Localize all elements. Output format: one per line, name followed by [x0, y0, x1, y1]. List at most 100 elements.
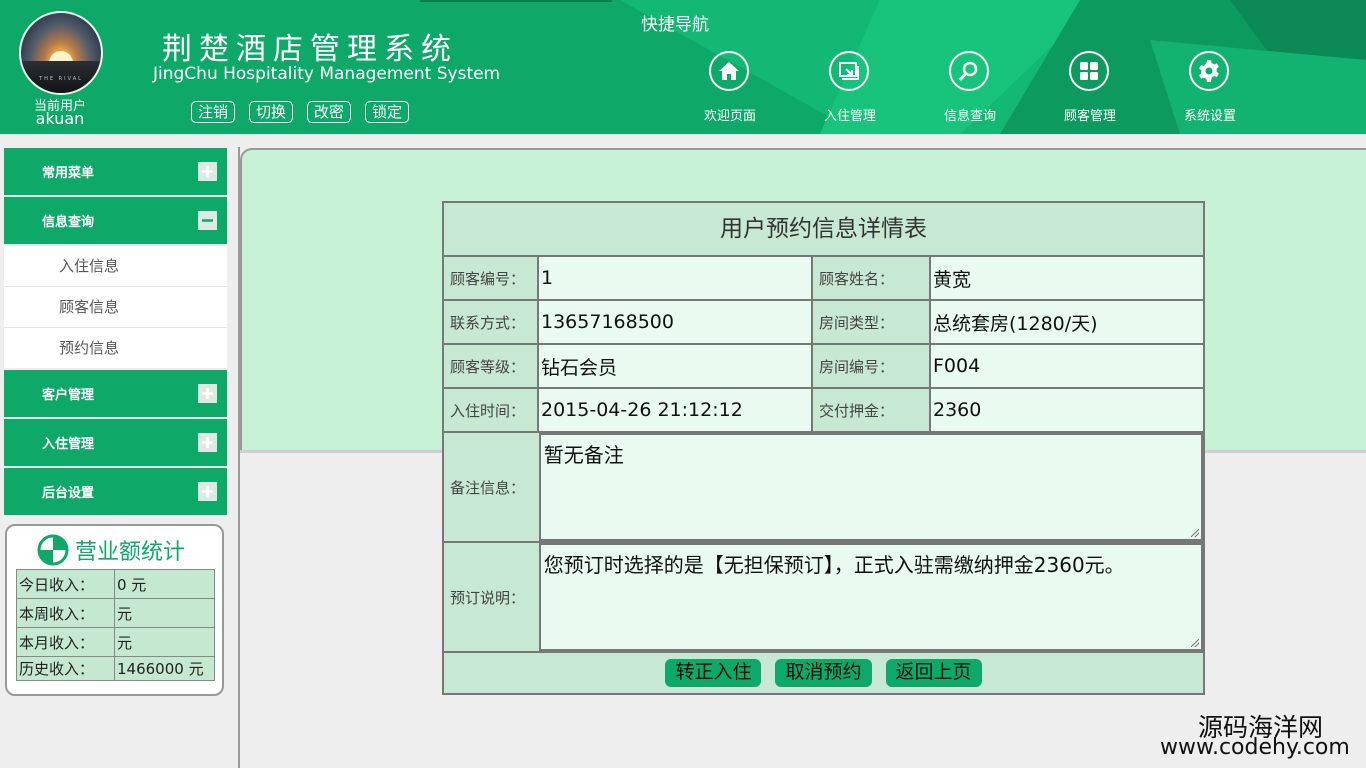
app-header: THE RIVAL 当前用户 akuan 荆楚酒店管理系统 JingChu Ho…: [0, 0, 1366, 134]
table-row: 联系方式： 13657168500 房间类型： 总统套房(1280/天): [444, 301, 1203, 345]
nav-query[interactable]: 信息查询: [932, 51, 1052, 124]
revenue-stats-panel: 营业额统计 今日收入： 0 元 本周收入： 元 本月收入： 元 历史收入： 14…: [5, 524, 224, 696]
system-subtitle: JingChu Hospitality Management System: [153, 64, 501, 84]
user-actions: 注销 切换 改密 锁定: [191, 101, 410, 123]
avatar-tag: THE RIVAL: [39, 76, 83, 82]
pie-chart-icon: [37, 534, 69, 566]
action-bar: 转正入住 取消预约 返回上页: [444, 653, 1203, 693]
nav-label: 欢迎页面: [703, 109, 756, 124]
table-row: 预订说明： 您预订时选择的是【无担保预订】，正式入驻需缴纳押金2360元。: [444, 543, 1203, 653]
minus-icon[interactable]: [198, 211, 217, 230]
field-label: 顾客等级：: [444, 345, 539, 387]
menu-label: 入住管理: [42, 437, 95, 452]
resize-grip-icon[interactable]: [1191, 639, 1199, 647]
quick-nav: 欢迎页面 入住管理 信息查询 顾客管理 系统设置: [692, 51, 1292, 124]
customer-name-value: 黄宽: [931, 257, 1203, 299]
field-label: 顾客编号：: [444, 257, 539, 299]
nav-label: 入住管理: [823, 109, 876, 124]
table-row: 本月收入： 元: [16, 627, 215, 657]
lock-button[interactable]: 锁定: [365, 101, 410, 123]
remark-textarea[interactable]: 暂无备注: [538, 433, 1203, 541]
stats-table: 今日收入： 0 元 本周收入： 元 本月收入： 元 历史收入： 1466000 …: [16, 569, 215, 681]
stat-value: 1466000 元: [114, 656, 215, 681]
table-row: 本周收入： 元: [16, 598, 215, 628]
stat-value: 0 元: [114, 569, 215, 599]
confirm-checkin-button[interactable]: 转正入住: [665, 659, 762, 687]
booking-note-text: 您预订时选择的是【无担保预订】，正式入驻需缴纳押金2360元。: [543, 553, 1125, 577]
system-title: 荆楚酒店管理系统: [162, 32, 458, 67]
table-row: 顾客编号： 1 顾客姓名： 黄宽: [444, 257, 1203, 301]
contact-value: 13657168500: [539, 301, 813, 343]
search-icon: [949, 51, 989, 91]
customer-level-value: 钻石会员: [539, 345, 813, 387]
stat-label: 历史收入：: [16, 656, 115, 681]
checkin-time-value: 2015-04-26 21:12:12: [539, 389, 813, 431]
stat-value: 元: [114, 598, 215, 628]
logout-button[interactable]: 注销: [191, 101, 236, 123]
plus-icon[interactable]: [198, 162, 217, 181]
watermark-url: www.codehy.com: [1160, 735, 1350, 760]
plus-icon[interactable]: [198, 384, 217, 403]
nav-label: 系统设置: [1183, 109, 1236, 124]
stat-value: 元: [114, 627, 215, 657]
remark-text: 暂无备注: [543, 443, 624, 467]
sidebar-item-booking-info[interactable]: 预约信息: [4, 328, 227, 368]
checkin-icon: [829, 51, 869, 91]
field-label: 交付押金：: [813, 389, 931, 431]
plus-icon[interactable]: [198, 482, 217, 501]
home-icon: [709, 51, 749, 91]
menu-label: 常用菜单: [42, 166, 95, 181]
menu-label: 信息查询: [42, 215, 95, 230]
table-row: 入住时间： 2015-04-26 21:12:12 交付押金： 2360: [444, 389, 1203, 433]
sidebar: 常用菜单 信息查询 入住信息 顾客信息 预约信息 客户管理 入住管理 后台设置: [4, 148, 227, 517]
table-caption: 用户预约信息详情表: [444, 203, 1203, 257]
table-row: 历史收入： 1466000 元: [16, 656, 215, 681]
deposit-value: 2360: [931, 389, 1203, 431]
nav-welcome[interactable]: 欢迎页面: [692, 51, 812, 124]
change-password-button[interactable]: 改密: [307, 101, 352, 123]
menu-info-query[interactable]: 信息查询: [4, 197, 227, 244]
user-avatar[interactable]: THE RIVAL: [19, 11, 103, 95]
menu-common[interactable]: 常用菜单: [4, 148, 227, 195]
nav-checkin[interactable]: 入住管理: [812, 51, 932, 124]
field-label: 联系方式：: [444, 301, 539, 343]
sidebar-item-customer-info[interactable]: 顾客信息: [4, 287, 227, 328]
nav-label: 信息查询: [943, 109, 996, 124]
room-number-value: F004: [931, 345, 1203, 387]
grid-icon: [1069, 51, 1109, 91]
table-row: 顾客等级： 钻石会员 房间编号： F004: [444, 345, 1203, 389]
booking-detail-table: 用户预约信息详情表 顾客编号： 1 顾客姓名： 黄宽 联系方式： 1365716…: [442, 201, 1205, 695]
table-row: 今日收入： 0 元: [16, 569, 215, 599]
room-type-value: 总统套房(1280/天): [931, 301, 1203, 343]
current-user-name: akuan: [35, 109, 85, 128]
nav-customers[interactable]: 顾客管理: [1052, 51, 1172, 124]
gear-icon: [1189, 51, 1229, 91]
stats-title: 营业额统计: [75, 540, 186, 565]
submenu-info-query: 入住信息 顾客信息 预约信息: [4, 246, 227, 368]
menu-label: 客户管理: [42, 388, 95, 403]
switch-user-button[interactable]: 切换: [249, 101, 294, 123]
field-label: 房间编号：: [813, 345, 931, 387]
plus-icon[interactable]: [198, 433, 217, 452]
back-button[interactable]: 返回上页: [885, 659, 982, 687]
field-label: 顾客姓名：: [813, 257, 931, 299]
nav-settings[interactable]: 系统设置: [1172, 51, 1292, 124]
quick-nav-title: 快捷导航: [641, 15, 709, 35]
stat-label: 本周收入：: [16, 598, 115, 628]
menu-customer-management[interactable]: 客户管理: [4, 370, 227, 417]
menu-backend-settings[interactable]: 后台设置: [4, 468, 227, 515]
field-label: 预订说明：: [444, 543, 539, 651]
menu-label: 后台设置: [42, 486, 95, 501]
field-label: 房间类型：: [813, 301, 931, 343]
resize-grip-icon[interactable]: [1191, 529, 1199, 537]
table-row: 备注信息： 暂无备注: [444, 433, 1203, 543]
field-label: 备注信息：: [444, 433, 539, 541]
booking-note-textarea[interactable]: 您预订时选择的是【无担保预订】，正式入驻需缴纳押金2360元。: [538, 543, 1203, 651]
stats-header: 营业额统计: [37, 534, 222, 566]
stat-label: 本月收入：: [16, 627, 115, 657]
cancel-booking-button[interactable]: 取消预约: [775, 659, 872, 687]
customer-id-value: 1: [539, 257, 813, 299]
stat-label: 今日收入：: [16, 569, 115, 599]
sidebar-item-checkin-info[interactable]: 入住信息: [4, 246, 227, 287]
menu-checkin-management[interactable]: 入住管理: [4, 419, 227, 466]
